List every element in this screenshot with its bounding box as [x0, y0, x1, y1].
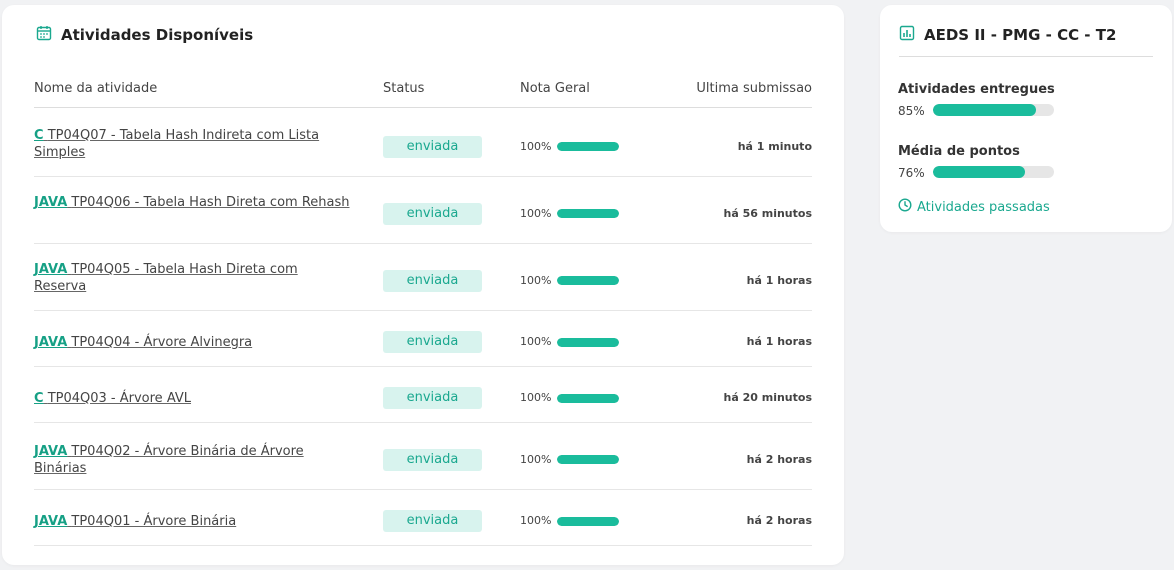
status-badge: enviada: [383, 331, 482, 353]
activities-card: Atividades Disponíveis Nome da atividade…: [2, 5, 844, 565]
status-badge: enviada: [383, 449, 482, 471]
activity-name: TP04Q01 - Árvore Binária: [71, 514, 237, 529]
grade-bar-fill: [557, 517, 619, 526]
activity-name: TP04Q03 - Árvore AVL: [47, 391, 192, 406]
stat-bar-fill: [933, 166, 1025, 178]
table-row: C TP04Q07 - Tabela Hash Indireta com Lis…: [34, 109, 812, 177]
page-title: Atividades Disponíveis: [61, 26, 254, 44]
table-header: Nome da atividade Status Nota Geral Ulti…: [34, 81, 812, 108]
submission-time: há 2 horas: [746, 453, 812, 466]
stat-percent-media: 76%: [898, 166, 925, 180]
activity-link[interactable]: JAVA TP04Q06 - Tabela Hash Direta com Re…: [34, 194, 354, 211]
submission-time: há 1 horas: [746, 335, 812, 348]
grade-percent: 100%: [520, 391, 552, 404]
status-badge: enviada: [383, 387, 482, 409]
activity-link[interactable]: JAVA TP04Q01 - Árvore Binária: [34, 513, 354, 530]
activity-name: TP04Q02 - Árvore Binária de Árvore Binár…: [34, 444, 304, 476]
grade-bar: [557, 142, 619, 151]
bar-chart-icon: [899, 25, 924, 45]
language-tag: JAVA: [34, 262, 68, 277]
grade-percent: 100%: [520, 140, 552, 153]
grade-percent: 100%: [520, 335, 552, 348]
stat-bar-entregues: [933, 104, 1054, 116]
status-badge: enviada: [383, 510, 482, 532]
table-row: JAVA TP04Q05 - Tabela Hash Direta com Re…: [34, 243, 812, 311]
grade-bar-fill: [557, 276, 619, 285]
activities-header: Atividades Disponíveis: [36, 25, 253, 45]
language-tag: JAVA: [34, 444, 68, 459]
submission-time: há 20 minutos: [723, 391, 812, 404]
grade-bar: [557, 276, 619, 285]
calendar-icon: [36, 25, 61, 45]
past-activities-link[interactable]: Atividades passadas: [898, 198, 1050, 216]
activity-name: TP04Q05 - Tabela Hash Direta com Reserva: [34, 262, 298, 294]
divider: [899, 56, 1153, 57]
grade-bar-fill: [557, 455, 619, 464]
grade-bar: [557, 394, 619, 403]
submission-time: há 2 horas: [746, 514, 812, 527]
clock-icon: [898, 198, 917, 216]
stat-label-entregues: Atividades entregues: [898, 82, 1055, 97]
grade-bar: [557, 455, 619, 464]
grade-bar-fill: [557, 209, 619, 218]
column-status: Status: [383, 81, 425, 96]
past-activities-label: Atividades passadas: [917, 199, 1050, 215]
table-row: JAVA TP04Q04 - Árvore Alvinegra enviada …: [34, 310, 812, 367]
grade-bar-fill: [557, 394, 619, 403]
stat-percent-entregues: 85%: [898, 104, 925, 118]
language-tag: JAVA: [34, 335, 68, 350]
status-badge: enviada: [383, 136, 482, 158]
table-row: JAVA TP04Q06 - Tabela Hash Direta com Re…: [34, 176, 812, 244]
course-summary-card: AEDS II - PMG - CC - T2 Atividades entre…: [880, 5, 1172, 232]
activity-name: TP04Q04 - Árvore Alvinegra: [71, 335, 253, 350]
activity-link[interactable]: C TP04Q07 - Tabela Hash Indireta com Lis…: [34, 127, 354, 161]
grade-bar: [557, 338, 619, 347]
grade-bar: [557, 517, 619, 526]
submission-time: há 56 minutos: [723, 207, 812, 220]
activity-name: TP04Q06 - Tabela Hash Direta com Rehash: [71, 195, 350, 210]
activity-link[interactable]: C TP04Q03 - Árvore AVL: [34, 390, 354, 407]
grade-bar-fill: [557, 338, 619, 347]
stat-label-media: Média de pontos: [898, 144, 1020, 159]
table-row: JAVA TP04Q01 - Árvore Binária enviada 10…: [34, 489, 812, 546]
submission-time: há 1 horas: [746, 274, 812, 287]
column-nota: Nota Geral: [520, 81, 590, 96]
activity-link[interactable]: JAVA TP04Q05 - Tabela Hash Direta com Re…: [34, 261, 354, 295]
language-tag: JAVA: [34, 195, 68, 210]
activity-link[interactable]: JAVA TP04Q04 - Árvore Alvinegra: [34, 334, 354, 351]
grade-percent: 100%: [520, 274, 552, 287]
table-row: JAVA TP04Q02 - Árvore Binária de Árvore …: [34, 422, 812, 490]
grade-percent: 100%: [520, 207, 552, 220]
activity-link[interactable]: JAVA TP04Q02 - Árvore Binária de Árvore …: [34, 443, 354, 477]
language-tag: JAVA: [34, 514, 68, 529]
column-ultima: Ultima submissao: [696, 81, 812, 96]
course-header: AEDS II - PMG - CC - T2: [899, 25, 1116, 45]
stat-bar-fill: [933, 104, 1036, 116]
language-tag: C: [34, 391, 44, 406]
grade-bar-fill: [557, 142, 619, 151]
status-badge: enviada: [383, 270, 482, 292]
table-row: C TP04Q03 - Árvore AVL enviada 100% há 2…: [34, 366, 812, 423]
grade-bar: [557, 209, 619, 218]
grade-percent: 100%: [520, 514, 552, 527]
status-badge: enviada: [383, 203, 482, 225]
submission-time: há 1 minuto: [737, 140, 812, 153]
column-name: Nome da atividade: [34, 81, 158, 96]
stat-bar-media: [933, 166, 1054, 178]
course-title: AEDS II - PMG - CC - T2: [924, 26, 1117, 44]
grade-percent: 100%: [520, 453, 552, 466]
language-tag: C: [34, 128, 44, 143]
activity-name: TP04Q07 - Tabela Hash Indireta com Lista…: [34, 128, 320, 160]
